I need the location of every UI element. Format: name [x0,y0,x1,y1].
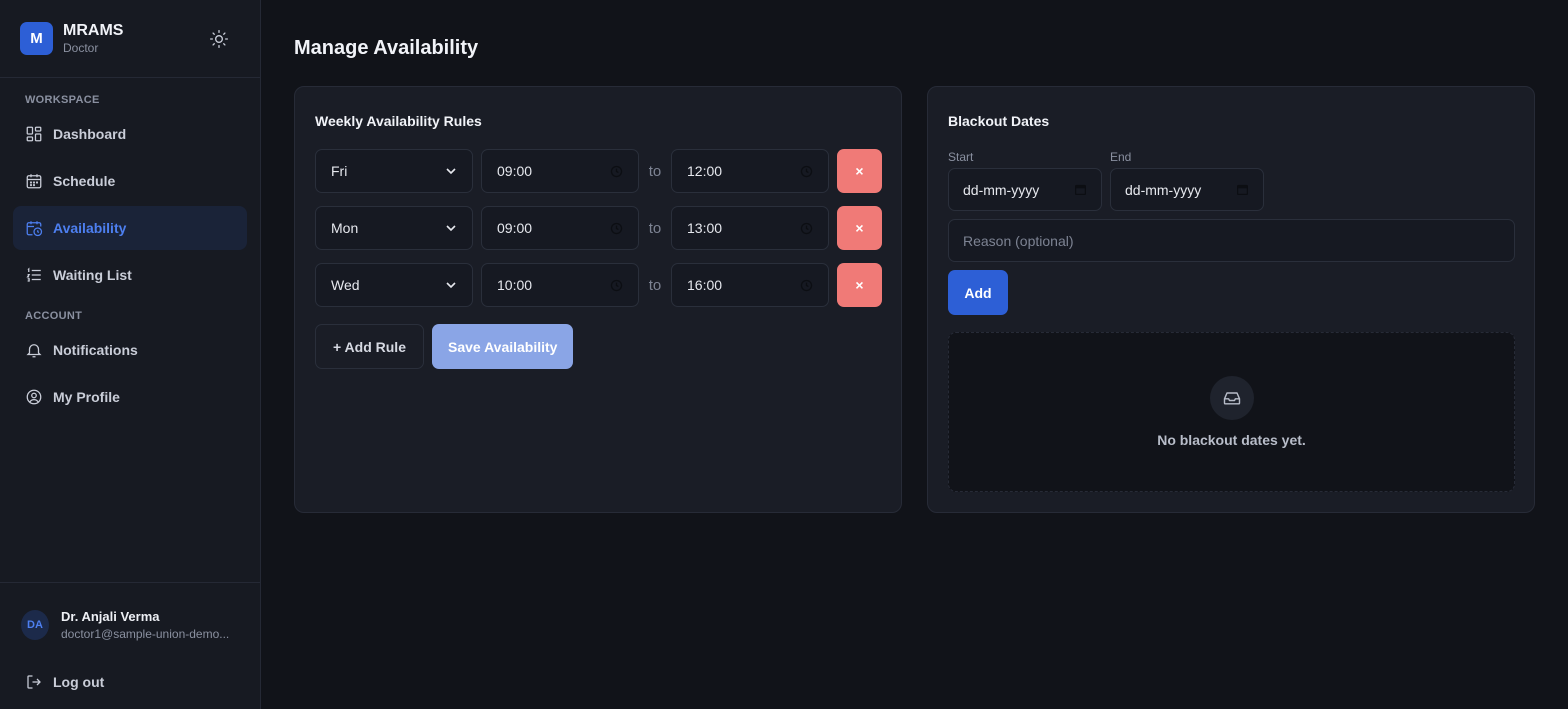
start-time-value: 10:00 [497,277,533,293]
inbox-icon [1209,376,1254,420]
sun-icon [210,30,228,48]
account-section-label: ACCOUNT [25,310,83,322]
sidebar-footer: DA Dr. Anjali Verma doctor1@sample-union… [0,582,260,697]
start-time-input[interactable]: 09:00 [481,149,639,193]
chevron-down-icon [446,168,456,175]
weekly-rules-title: Weekly Availability Rules [315,113,482,129]
rule-row: Mon 09:00 to 13:00 × [315,206,882,250]
user-name: Dr. Anjali Verma [61,609,160,624]
start-date-input[interactable]: dd-mm-yyyy [948,168,1102,211]
chevron-down-icon [446,225,456,232]
clock-icon [610,222,623,234]
delete-rule-button[interactable]: × [837,263,882,307]
clock-icon [610,165,623,177]
bell-icon [25,341,43,359]
clock-icon [800,165,813,177]
clock-icon [800,279,813,291]
end-time-value: 12:00 [687,163,723,179]
calendar-icon [25,172,43,190]
add-blackout-button[interactable]: Add [948,270,1008,315]
workspace-nav: Dashboard Schedule Availability Waiting … [0,112,260,297]
rules-actions: + Add Rule Save Availability [315,324,574,369]
dashboard-icon [25,125,43,143]
start-date-label: Start [948,150,974,164]
workspace-section-label: WORKSPACE [25,94,100,106]
weekly-rules-card: Weekly Availability Rules Fri 09:00 to 1… [294,86,902,513]
clock-icon [610,279,623,291]
list-icon [25,266,43,284]
sidebar-item-schedule[interactable]: Schedule [13,159,247,203]
start-date-value: dd-mm-yyyy [963,181,1040,198]
reason-input[interactable] [948,219,1515,262]
rule-row: Wed 10:00 to 16:00 × [315,263,882,307]
sidebar-item-my-profile[interactable]: My Profile [13,375,247,419]
day-select-value: Wed [331,277,360,293]
sidebar-item-label: Dashboard [53,126,127,142]
clock-icon [800,222,813,234]
avatar: DA [21,610,49,640]
logout-label: Log out [53,674,105,690]
logout-button[interactable]: Log out [0,667,260,697]
day-select-value: Mon [331,220,359,236]
start-time-input[interactable]: 10:00 [481,263,639,307]
to-label: to [648,219,662,237]
blackout-dates-card: Blackout Dates Start End dd-mm-yyyy dd-m… [927,86,1535,513]
blackout-empty-state: No blackout dates yet. [948,332,1515,492]
calendar-icon [1237,184,1248,195]
sidebar-item-label: Waiting List [53,267,132,283]
start-time-value: 09:00 [497,163,533,179]
end-time-input[interactable]: 13:00 [671,206,829,250]
to-label: to [648,276,662,294]
brand-role: Doctor [63,40,99,55]
end-time-input[interactable]: 16:00 [671,263,829,307]
user-card[interactable]: DA Dr. Anjali Verma doctor1@sample-union… [0,583,260,667]
user-circle-icon [25,388,43,406]
page-title: Manage Availability [294,37,479,59]
calendar-icon [1075,184,1086,195]
delete-rule-button[interactable]: × [837,206,882,250]
to-label: to [648,162,662,180]
end-time-value: 16:00 [687,277,723,293]
user-email: doctor1@sample-union-demo... [61,627,230,641]
sidebar-item-waiting-list[interactable]: Waiting List [13,253,247,297]
save-availability-button[interactable]: Save Availability [432,324,574,369]
sidebar: M MRAMS Doctor WORKSPACE Dashboard Sched… [0,0,261,709]
day-select[interactable]: Wed [315,263,473,307]
blackout-dates-title: Blackout Dates [948,113,1050,129]
brand-name: MRAMS [63,21,124,39]
brand-header: M MRAMS Doctor [0,0,260,78]
end-time-value: 13:00 [687,220,723,236]
user-text: Dr. Anjali Verma doctor1@sample-union-de… [61,608,239,642]
rule-row: Fri 09:00 to 12:00 × [315,149,882,193]
account-nav: Notifications My Profile [0,328,260,419]
sidebar-item-label: My Profile [53,389,120,405]
end-date-label: End [1110,150,1132,164]
chevron-down-icon [446,282,456,289]
day-select[interactable]: Mon [315,206,473,250]
theme-toggle-button[interactable] [208,28,230,50]
calendar-clock-icon [25,219,43,237]
empty-state-text: No blackout dates yet. [1157,432,1306,448]
end-time-input[interactable]: 12:00 [671,149,829,193]
main-content: Manage Availability Weekly Availability … [261,0,1568,709]
sidebar-item-notifications[interactable]: Notifications [13,328,247,372]
brand-text: MRAMS Doctor [63,22,123,56]
brand-logo: M [20,22,53,55]
logout-icon [25,673,43,691]
sidebar-item-label: Schedule [53,173,116,189]
end-date-value: dd-mm-yyyy [1125,181,1202,198]
day-select[interactable]: Fri [315,149,473,193]
add-rule-button[interactable]: + Add Rule [315,324,424,369]
sidebar-item-label: Availability [53,220,127,236]
sidebar-item-availability[interactable]: Availability [13,206,247,250]
start-time-input[interactable]: 09:00 [481,206,639,250]
sidebar-item-dashboard[interactable]: Dashboard [13,112,247,156]
day-select-value: Fri [331,163,348,179]
delete-rule-button[interactable]: × [837,149,882,193]
end-date-input[interactable]: dd-mm-yyyy [1110,168,1264,211]
start-time-value: 09:00 [497,220,533,236]
app-root: M MRAMS Doctor WORKSPACE Dashboard Sched… [0,0,1568,709]
sidebar-item-label: Notifications [53,342,138,358]
